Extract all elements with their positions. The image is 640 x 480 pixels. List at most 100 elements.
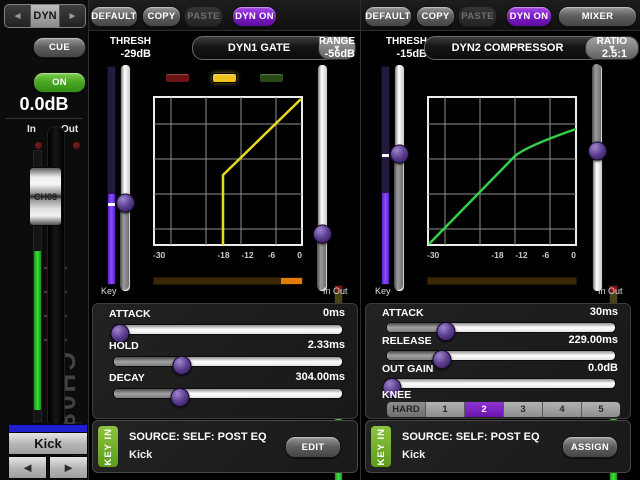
gate-decay-knob[interactable]: [170, 388, 189, 407]
gate-key-thresh-mark: [108, 203, 115, 206]
comp-outgain-value: 0.0dB: [588, 362, 618, 374]
gate-params-box: ATTACK 0ms HOLD 2.33ms DECAY 304.00ms: [92, 303, 358, 419]
comp-outgain-slider[interactable]: [386, 374, 616, 391]
comp-paste-button[interactable]: PASTE: [458, 6, 497, 27]
comp-keyin-tag: KEY IN: [371, 426, 391, 467]
gate-curve-graph: [153, 96, 303, 246]
comp-meter-scale: -30-18 -12-6 0: [427, 250, 577, 260]
gate-panel: THRESH-29dB DYN1 GATE ▼ RANGE-56dB Key: [89, 30, 360, 480]
gate-attack-label: ATTACK: [109, 308, 151, 320]
gate-range-slider[interactable]: [317, 64, 326, 290]
gate-yellow-led: [212, 73, 237, 83]
gate-range-readout: RANGE-56dB: [297, 36, 355, 60]
channel-next-button[interactable]: ►: [49, 456, 88, 479]
comp-inout-label: In Out: [598, 286, 623, 296]
gate-inout-label: In Out: [323, 286, 348, 296]
comp-keyin-source: SOURCE: SELF: POST EQ: [402, 431, 540, 443]
knee-2-button[interactable]: 2: [465, 402, 504, 417]
dynamics-screen: DEFAULT COPY PASTE DYN ON DEFAULT COPY P…: [0, 0, 640, 480]
gate-key-meter: [107, 66, 116, 285]
comp-key-thresh-mark: [382, 154, 389, 157]
gate-keyin-source: SOURCE: SELF: POST EQ: [129, 431, 267, 443]
comp-ratio-knob[interactable]: [588, 142, 607, 161]
channel-name-button[interactable]: Kick: [8, 432, 88, 455]
gate-dyn-on-button[interactable]: DYN ON: [232, 6, 277, 27]
gate-thresh-readout: THRESH-29dB: [93, 36, 151, 60]
comp-key-meter: [381, 66, 390, 285]
gate-red-led: [165, 73, 190, 83]
gate-keyin-channel: Kick: [129, 449, 152, 461]
gate-hold-slider[interactable]: [113, 352, 343, 369]
gate-type-label: DYN1 GATE: [228, 42, 290, 54]
cue-button[interactable]: CUE: [33, 37, 86, 58]
comp-ratio-slider[interactable]: [592, 64, 601, 290]
meter-in-label: In: [27, 124, 36, 135]
comp-copy-button[interactable]: COPY: [416, 6, 455, 27]
gate-hold-label: HOLD: [109, 340, 139, 352]
page-prev-icon[interactable]: ◄: [5, 5, 30, 27]
gate-decay-slider[interactable]: [113, 384, 343, 401]
comp-panel: THRESH-15dB DYN2 COMPRESSOR ▼ RATIO2.5:1…: [361, 30, 640, 480]
page-selector: ◄ DYN ►: [4, 4, 86, 28]
on-button[interactable]: ON: [33, 72, 86, 93]
gate-meter-scale: -30-18 -12-6 0: [153, 250, 303, 260]
out-clip-led: [72, 141, 81, 150]
gate-thresh-slider[interactable]: [120, 64, 129, 290]
comp-gr-meter: [427, 277, 577, 285]
comp-thresh-readout: THRESH-15dB: [369, 36, 427, 60]
comp-curve-graph: [427, 96, 577, 246]
comp-knee-label: KNEE: [382, 389, 411, 401]
knee-1-button[interactable]: 1: [426, 402, 465, 417]
comp-release-slider[interactable]: [386, 346, 616, 363]
gate-gr-zone: [281, 278, 302, 284]
knee-5-button[interactable]: 5: [582, 402, 620, 417]
gate-gr-meter: [153, 277, 303, 285]
page-selector-label[interactable]: DYN: [30, 5, 60, 27]
channel-prev-button[interactable]: ◄: [8, 456, 47, 479]
gate-paste-button[interactable]: PASTE: [184, 6, 223, 27]
knee-4-button[interactable]: 4: [543, 402, 582, 417]
gate-decay-value: 304.00ms: [295, 371, 345, 383]
comp-ratio-readout: RATIO2.5:1: [573, 36, 627, 60]
gate-hold-value: 2.33ms: [308, 339, 345, 351]
knee-3-button[interactable]: 3: [504, 402, 543, 417]
gate-range-knob[interactable]: [313, 224, 332, 243]
channel-strip: ◄ DYN ► CUE ON 0.0dB In Out CH08 CH08 Ki…: [0, 0, 88, 480]
page-next-icon[interactable]: ►: [60, 5, 85, 27]
comp-keyin-channel: Kick: [402, 449, 425, 461]
gate-green-led: [259, 73, 284, 83]
gate-hold-knob[interactable]: [173, 356, 192, 375]
comp-attack-knob[interactable]: [436, 322, 455, 341]
gate-thresh-knob[interactable]: [116, 193, 135, 212]
comp-default-button[interactable]: DEFAULT: [364, 6, 412, 27]
gate-decay-label: DECAY: [109, 372, 145, 384]
comp-dyn-on-button[interactable]: DYN ON: [506, 6, 552, 27]
divider: [5, 118, 83, 119]
gate-attack-slider[interactable]: [113, 320, 343, 337]
comp-attack-value: 30ms: [590, 306, 618, 318]
gate-keyin-box: KEY IN SOURCE: SELF: POST EQ Kick EDIT: [92, 420, 358, 473]
gate-keyin-edit-button[interactable]: EDIT: [285, 436, 341, 458]
comp-knee-selector: HARD 1 2 3 4 5: [386, 401, 621, 418]
comp-params-box: ATTACK 30ms RELEASE 229.00ms OUT GAIN 0.…: [365, 303, 631, 419]
right-arrow-icon: ►: [62, 460, 75, 475]
gate-default-button[interactable]: DEFAULT: [90, 6, 138, 27]
gate-key-label: Key: [101, 286, 117, 296]
comp-key-label: Key: [375, 286, 391, 296]
comp-keyin-assign-button[interactable]: ASSIGN: [562, 436, 618, 458]
gate-copy-button[interactable]: COPY: [142, 6, 181, 27]
comp-thresh-slider[interactable]: [394, 64, 403, 290]
fader-gain-value: 0.0dB: [0, 94, 88, 115]
comp-release-knob[interactable]: [433, 350, 452, 369]
comp-release-value: 229.00ms: [568, 334, 618, 346]
gate-attack-value: 0ms: [323, 307, 345, 319]
fader-cap-label: CH08: [30, 191, 61, 201]
gate-keyin-tag: KEY IN: [98, 426, 118, 467]
mixer-button[interactable]: MIXER: [558, 6, 637, 27]
comp-type-label: DYN2 COMPRESSOR: [452, 42, 564, 54]
comp-attack-slider[interactable]: [386, 318, 616, 335]
comp-thresh-knob[interactable]: [390, 145, 409, 164]
left-arrow-icon: ◄: [21, 460, 34, 475]
knee-hard-button[interactable]: HARD: [387, 402, 426, 417]
fader-cap[interactable]: CH08: [29, 167, 62, 226]
